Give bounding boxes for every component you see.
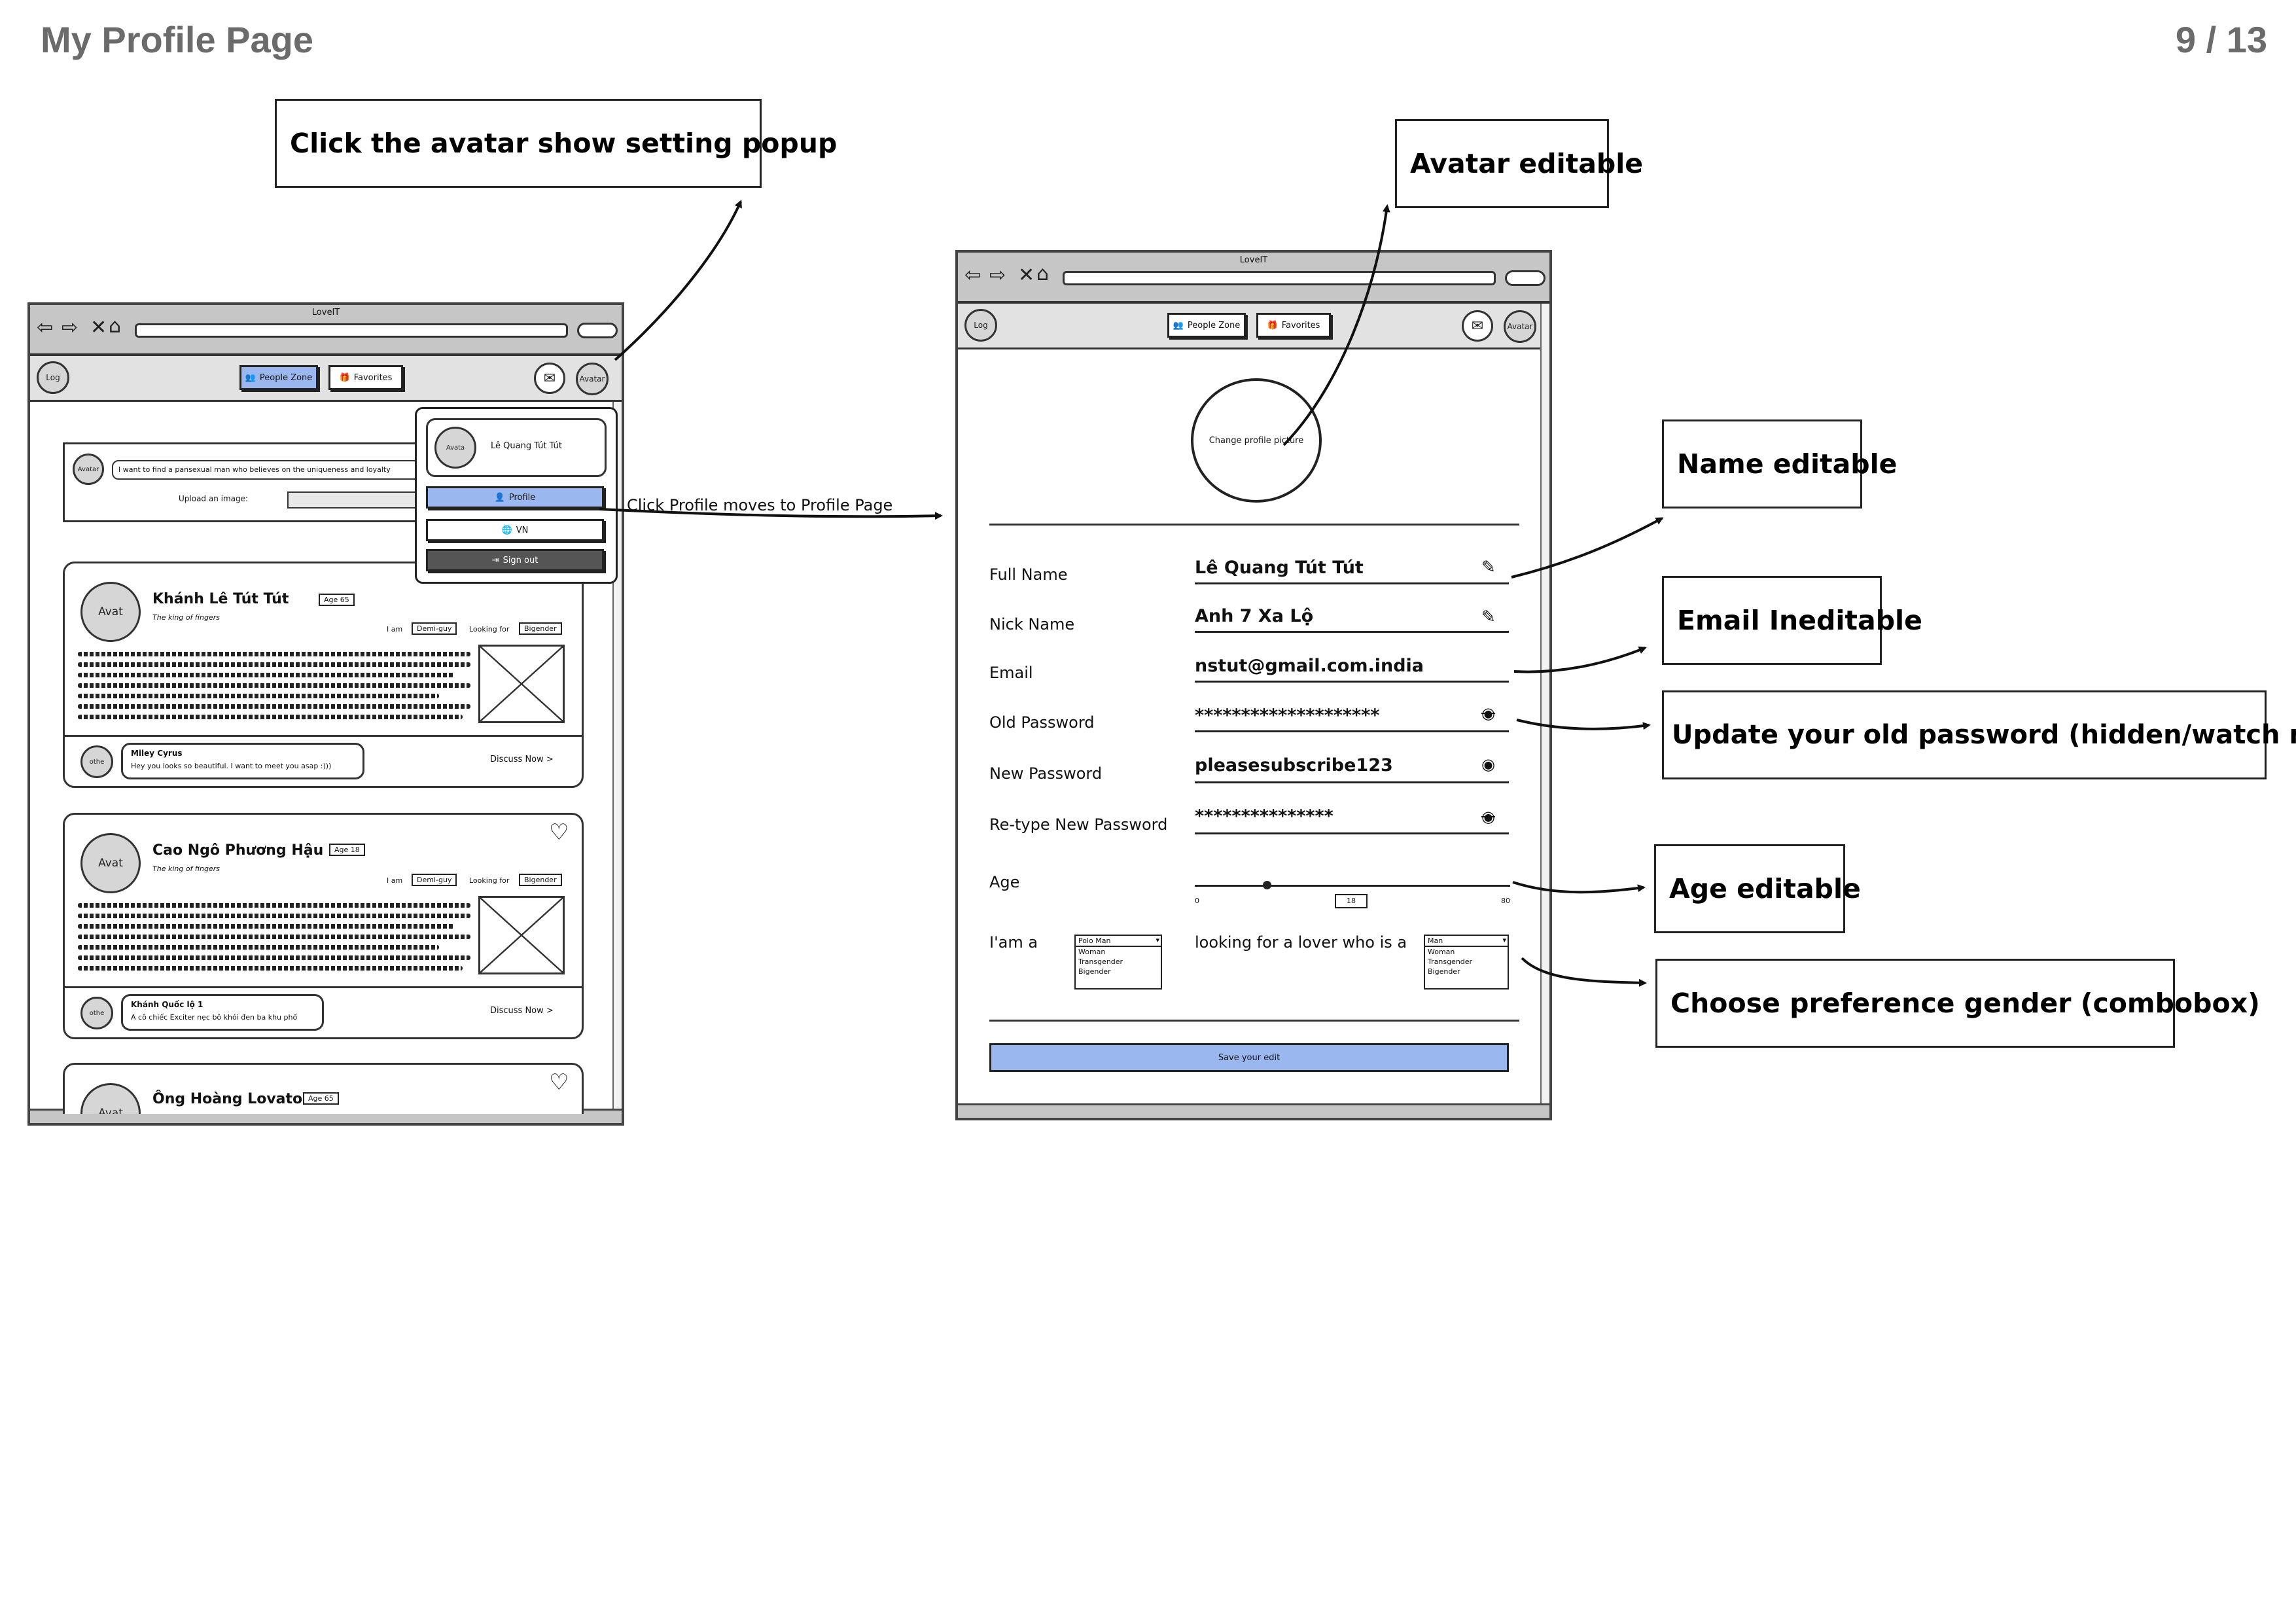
annotation-arrows (599, 200, 1664, 987)
arrow-profile-link (599, 508, 943, 520)
arrow-name-editable (1511, 517, 1664, 579)
arrow-email-ineditable (1513, 646, 1647, 673)
arrow-choose-gender (1521, 957, 1647, 987)
arrow-avatar-editable (1282, 204, 1390, 446)
arrow-update-password (1516, 719, 1651, 730)
arrow-avatar-popup (614, 200, 742, 361)
arrow-age-editable (1512, 881, 1646, 894)
